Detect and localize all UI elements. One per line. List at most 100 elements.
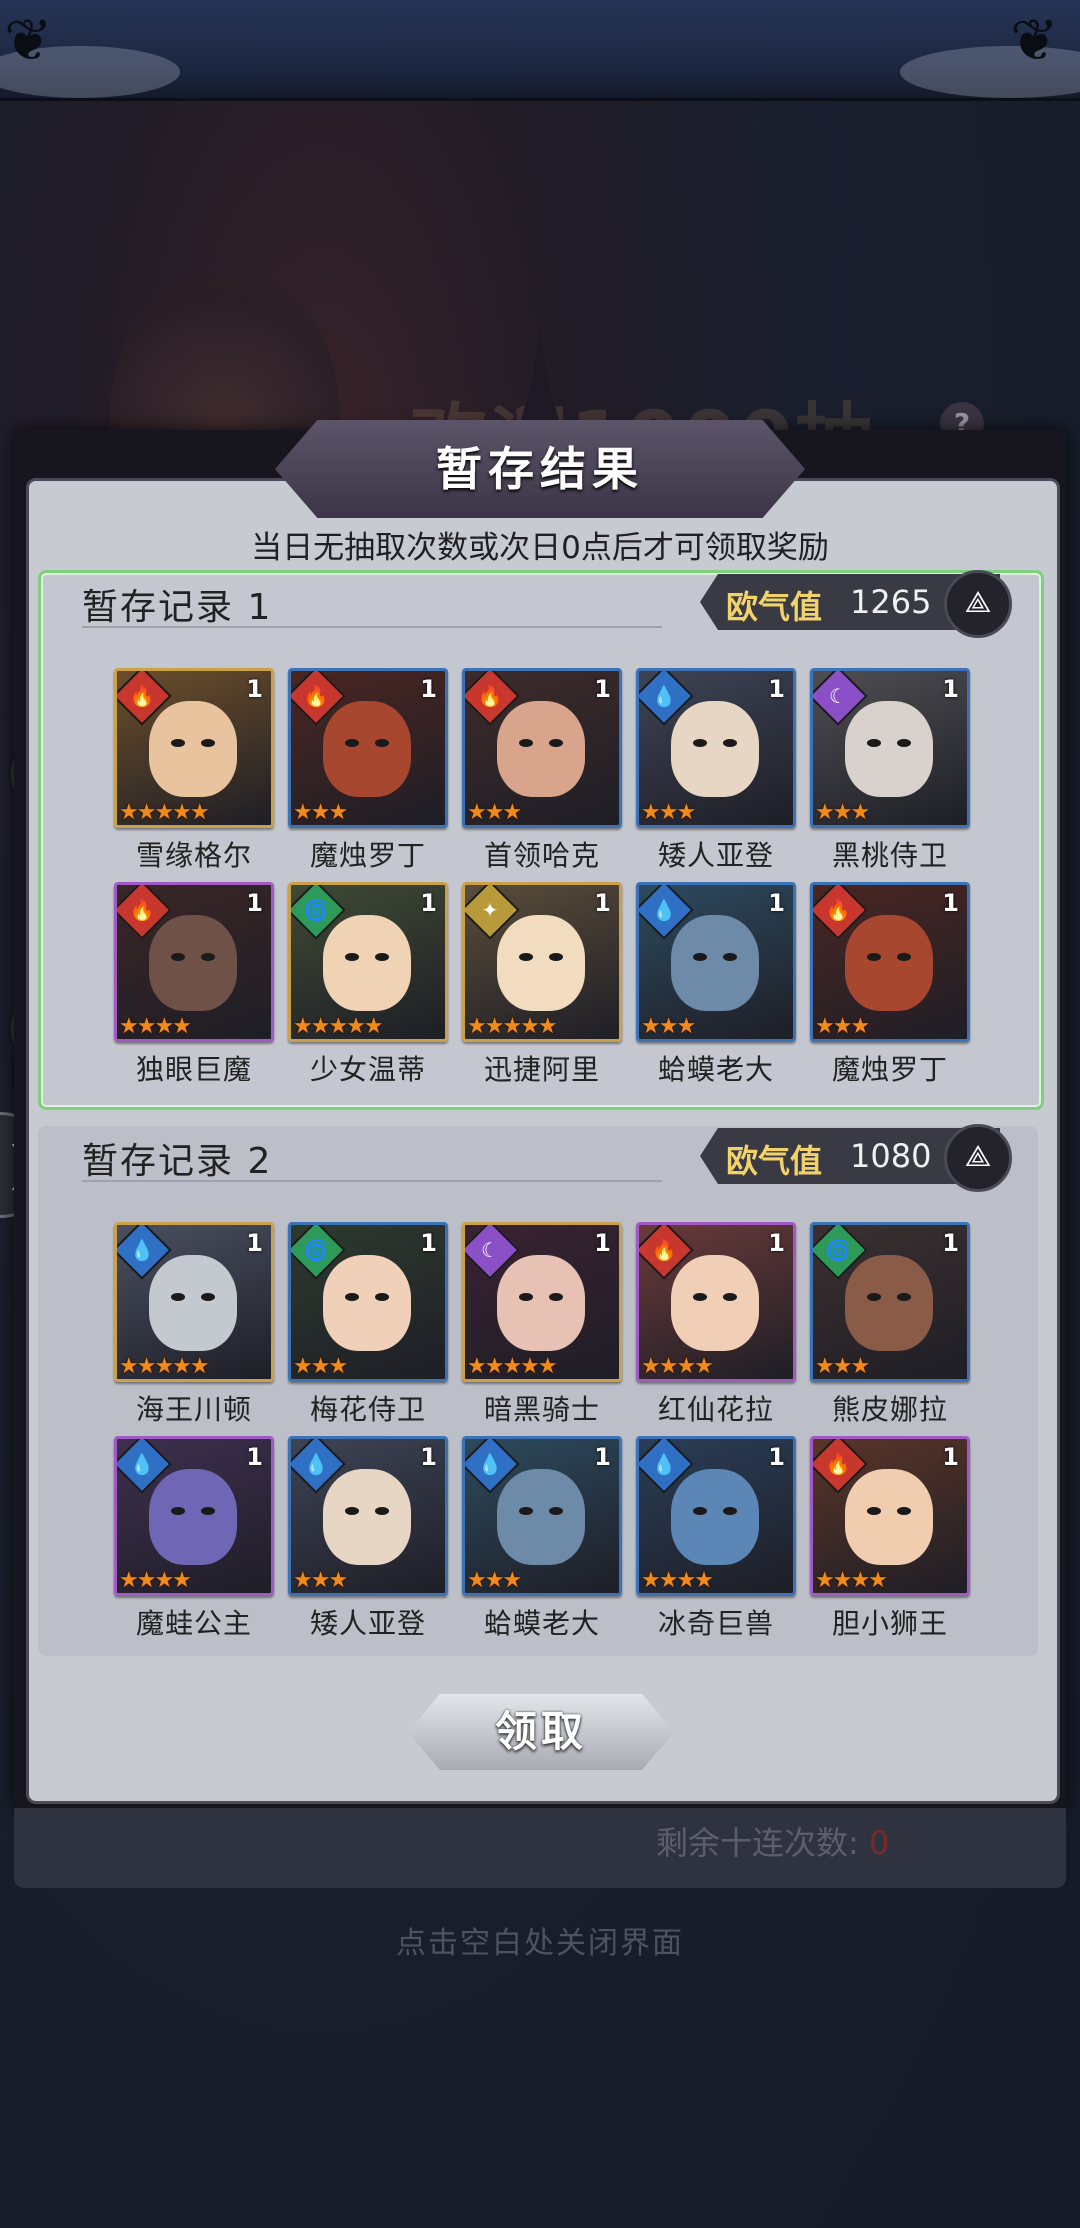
remaining-label: 剩余十连次数: <box>656 1824 859 1862</box>
record-1-luck-label: 欧气值 <box>726 588 823 626</box>
hero-portrait[interactable]: 🔥 1 ★★★★★ <box>114 668 274 828</box>
hero-card[interactable]: 💧 1 ★★★★ 魔蛙公主 <box>114 1436 274 1642</box>
branch-decoration: ❦ <box>1010 6 1059 74</box>
close-hint[interactable]: 点击空白处关闭界面 <box>0 1918 1080 1962</box>
hero-name: 暗黑骑士 <box>483 1393 600 1426</box>
hero-stars: ★★★★★ <box>293 1014 384 1039</box>
claim-button-label[interactable]: 领取 <box>408 1694 674 1770</box>
hero-count: 1 <box>420 889 437 917</box>
hero-stars: ★★★ <box>815 1014 870 1039</box>
hero-card[interactable]: 💧 1 ★★★ 蛤蟆老大 <box>462 1436 622 1642</box>
hero-stars: ★★★ <box>641 1014 696 1039</box>
hero-name: 红仙花拉 <box>657 1393 774 1426</box>
hero-portrait[interactable]: 💧 1 ★★★ <box>636 668 796 828</box>
hero-portrait[interactable]: 🌀 1 ★★★ <box>810 1222 970 1382</box>
hero-name: 独眼巨魔 <box>135 1053 252 1086</box>
record-1-luck-value: 1265 <box>850 583 932 621</box>
hero-portrait[interactable]: 🔥 1 ★★★ <box>810 882 970 1042</box>
hero-count: 1 <box>594 675 611 703</box>
hero-card[interactable]: 🔥 1 ★★★ 首领哈克 <box>462 668 622 874</box>
hero-name: 黑桃侍卫 <box>831 839 948 872</box>
hero-face <box>845 915 933 1011</box>
hero-face <box>845 1255 933 1351</box>
hero-card[interactable]: 💧 1 ★★★★★ 海王川顿 <box>114 1222 274 1428</box>
hero-face <box>497 701 585 797</box>
hero-face <box>845 1469 933 1565</box>
hero-card[interactable]: 🔥 1 ★★★★★ 雪缘格尔 <box>114 668 274 874</box>
hero-stars: ★★★★ <box>119 1568 192 1593</box>
hero-portrait[interactable]: ☾ 1 ★★★★★ <box>462 1222 622 1382</box>
hero-portrait[interactable]: ✦ 1 ★★★★★ <box>462 882 622 1042</box>
hero-portrait[interactable]: ☾ 1 ★★★ <box>810 668 970 828</box>
hero-card[interactable]: 💧 1 ★★★ 矮人亚登 <box>636 668 796 874</box>
remaining-count: 0 <box>868 1824 890 1862</box>
hero-name: 少女温蒂 <box>309 1053 426 1086</box>
hero-face <box>671 1469 759 1565</box>
hero-stars: ★★★ <box>641 800 696 825</box>
hero-portrait[interactable]: 🔥 1 ★★★★ <box>636 1222 796 1382</box>
record-2-luck-label: 欧气值 <box>726 1142 823 1180</box>
hero-name: 迅捷阿里 <box>483 1053 600 1086</box>
hero-face <box>497 915 585 1011</box>
top-bar: ❦ ❦ <box>0 0 1080 101</box>
hero-name: 梅花侍卫 <box>309 1393 426 1426</box>
hero-card[interactable]: 🔥 1 ★★★ 魔烛罗丁 <box>810 882 970 1088</box>
hero-count: 1 <box>420 675 437 703</box>
hero-stars: ★★★★ <box>641 1568 714 1593</box>
hero-portrait[interactable]: 🔥 1 ★★★★ <box>810 1436 970 1596</box>
hero-portrait[interactable]: 💧 1 ★★★ <box>288 1436 448 1596</box>
hero-card[interactable]: ☾ 1 ★★★ 黑桃侍卫 <box>810 668 970 874</box>
hero-card[interactable]: 🌀 1 ★★★ 熊皮娜拉 <box>810 1222 970 1428</box>
hero-name: 首领哈克 <box>483 839 600 872</box>
hero-card[interactable]: ✦ 1 ★★★★★ 迅捷阿里 <box>462 882 622 1088</box>
claim-notice: 当日无抽取次数或次日0点后才可领取奖励 <box>251 530 829 566</box>
record-2-share-icon[interactable]: ⟁ <box>944 1124 1012 1192</box>
hero-card[interactable]: 🔥 1 ★★★★ 独眼巨魔 <box>114 882 274 1088</box>
hero-stars: ★★★ <box>815 1354 870 1379</box>
hero-name: 魔烛罗丁 <box>831 1053 948 1086</box>
hero-portrait[interactable]: 💧 1 ★★★★★ <box>114 1222 274 1382</box>
hero-card[interactable]: 💧 1 ★★★ 蛤蟆老大 <box>636 882 796 1088</box>
hero-face <box>497 1255 585 1351</box>
hero-card[interactable]: ☾ 1 ★★★★★ 暗黑骑士 <box>462 1222 622 1428</box>
hero-stars: ★★★★★ <box>467 1354 558 1379</box>
hero-portrait[interactable]: 💧 1 ★★★★ <box>114 1436 274 1596</box>
hero-count: 1 <box>594 1229 611 1257</box>
hero-portrait[interactable]: 🔥 1 ★★★ <box>288 668 448 828</box>
hero-card[interactable]: 🌀 1 ★★★★★ 少女温蒂 <box>288 882 448 1088</box>
hero-portrait[interactable]: 🌀 1 ★★★★★ <box>288 882 448 1042</box>
hero-stars: ★★★★ <box>641 1354 714 1379</box>
hero-face <box>845 701 933 797</box>
hero-portrait[interactable]: 💧 1 ★★★★ <box>636 1436 796 1596</box>
hero-portrait[interactable]: 🔥 1 ★★★ <box>462 668 622 828</box>
hero-card[interactable]: 🔥 1 ★★★★ 胆小狮王 <box>810 1436 970 1642</box>
hero-count: 1 <box>942 889 959 917</box>
branch-decoration: ❦ <box>4 6 53 74</box>
hero-count: 1 <box>942 1443 959 1471</box>
hero-face <box>323 701 411 797</box>
hero-name: 蛤蟆老大 <box>657 1053 774 1086</box>
hero-name: 魔烛罗丁 <box>309 839 426 872</box>
hero-name: 雪缘格尔 <box>135 839 252 872</box>
hero-portrait[interactable]: 🔥 1 ★★★★ <box>114 882 274 1042</box>
hero-portrait[interactable]: 🌀 1 ★★★ <box>288 1222 448 1382</box>
hero-count: 1 <box>594 1443 611 1471</box>
hero-face <box>323 1469 411 1565</box>
hero-card[interactable]: 🌀 1 ★★★ 梅花侍卫 <box>288 1222 448 1428</box>
hero-count: 1 <box>768 1443 785 1471</box>
hero-card[interactable]: 💧 1 ★★★ 矮人亚登 <box>288 1436 448 1642</box>
hero-portrait[interactable]: 💧 1 ★★★ <box>462 1436 622 1596</box>
hero-face <box>323 915 411 1011</box>
hero-card[interactable]: 💧 1 ★★★★ 冰奇巨兽 <box>636 1436 796 1642</box>
hero-count: 1 <box>246 1443 263 1471</box>
record-2-divider <box>82 1180 662 1182</box>
hero-stars: ★★★ <box>293 1354 348 1379</box>
hero-name: 冰奇巨兽 <box>657 1607 774 1640</box>
hero-face <box>149 915 237 1011</box>
hero-card[interactable]: 🔥 1 ★★★ 魔烛罗丁 <box>288 668 448 874</box>
hero-card[interactable]: 🔥 1 ★★★★ 红仙花拉 <box>636 1222 796 1428</box>
hero-name: 矮人亚登 <box>309 1607 426 1640</box>
record-1-share-icon[interactable]: ⟁ <box>944 570 1012 638</box>
remaining-pulls: 剩余十连次数: 0 <box>656 1818 889 1864</box>
hero-portrait[interactable]: 💧 1 ★★★ <box>636 882 796 1042</box>
